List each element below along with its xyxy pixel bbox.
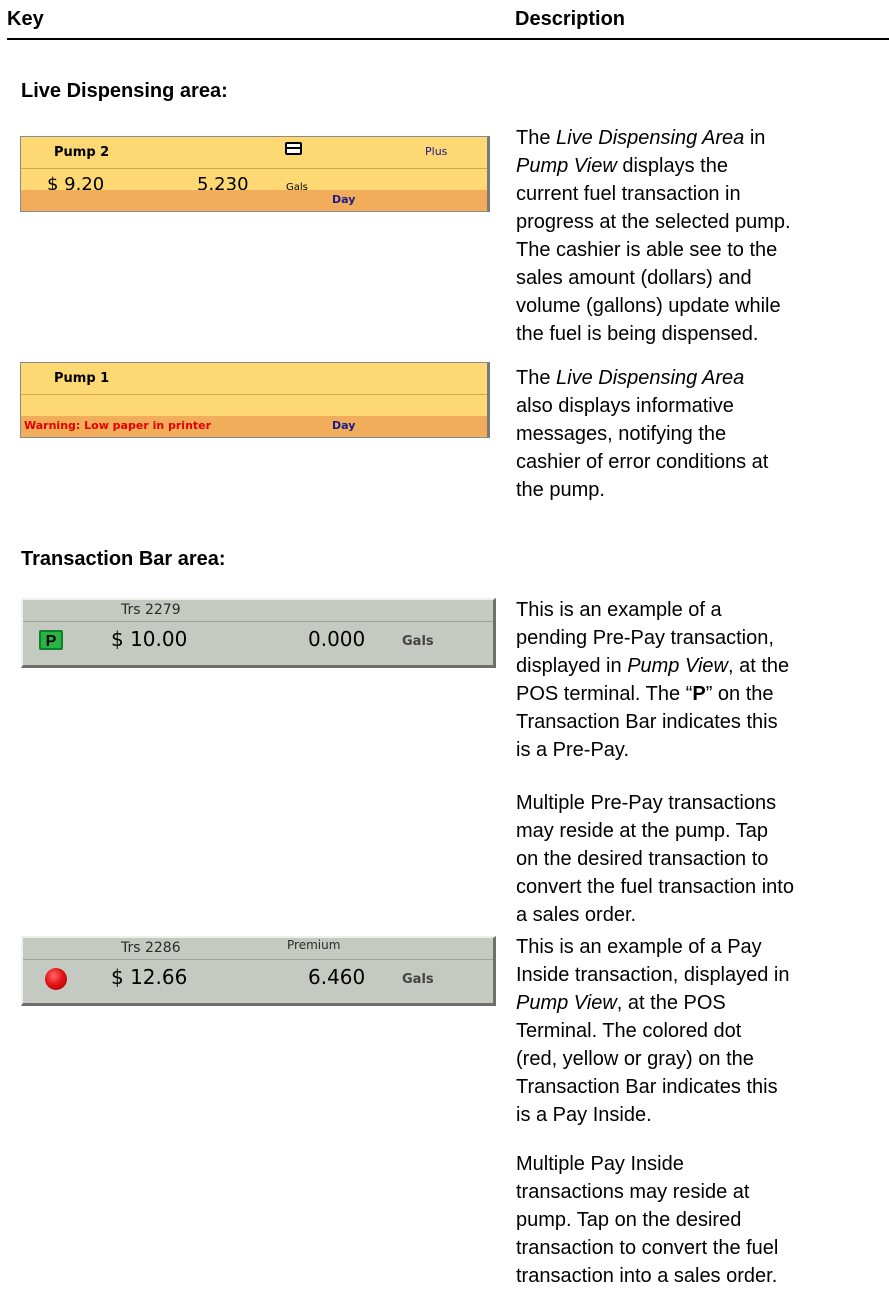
grade-label: Plus <box>425 145 448 158</box>
transaction-amount: $ 12.66 <box>111 965 188 989</box>
shift-label: Day <box>332 193 356 206</box>
panel-header-row: Pump 2 Plus <box>21 137 487 169</box>
transaction-bar-section-title: Transaction Bar area: <box>21 548 226 570</box>
pay-inside-red-dot-icon <box>45 968 67 990</box>
key-column-header: Key <box>7 8 44 30</box>
panel-header-row: Pump 1 <box>21 363 487 395</box>
prepay-multiple-description: Multiple Pre-Pay transactions may reside… <box>516 792 794 926</box>
description-column-header: Description <box>515 8 626 30</box>
live-dispensing-section-title: Live Dispensing area: <box>21 80 228 102</box>
shift-label: Day <box>332 419 356 432</box>
pump-label: Pump 2 <box>54 145 110 160</box>
live-dispensing-panel-pump2[interactable]: Pump 2 Plus $ 9.20 5.230 Gals Day <box>20 136 490 212</box>
transaction-amount: $ 10.00 <box>111 627 188 651</box>
transaction-number: Trs 2286 <box>121 940 181 956</box>
credit-card-icon <box>285 142 302 155</box>
pump-label: Pump 1 <box>54 371 110 386</box>
transaction-volume: 0.000 <box>308 627 366 651</box>
prepay-description: This is an example of a pending Pre-Pay … <box>516 599 790 761</box>
live-dispensing-panel-pump1[interactable]: Pump 1 Warning: Low paper in printer Day <box>20 362 490 438</box>
panel-status-row: Warning: Low paper in printer Day <box>21 416 487 437</box>
transaction-number: Trs 2279 <box>121 602 181 618</box>
volume-unit: Gals <box>402 634 434 649</box>
transaction-bar-prepay[interactable]: Trs 2279 P $ 10.00 0.000 Gals <box>21 598 496 668</box>
transaction-bar-pay-inside[interactable]: Trs 2286 Premium $ 12.66 6.460 Gals <box>21 936 496 1006</box>
live-dispensing-description-2: The Live Dispensing Area also displays i… <box>516 367 769 501</box>
panel-status-row: Day <box>21 190 487 211</box>
pay-inside-description: This is an example of a Pay Inside trans… <box>516 936 790 1126</box>
grade-label: Premium <box>287 938 341 952</box>
volume-unit: Gals <box>402 972 434 987</box>
pay-inside-multiple-description: Multiple Pay Inside transactions may res… <box>516 1153 779 1287</box>
prepay-p-icon: P <box>39 630 63 650</box>
header-rule <box>7 38 889 40</box>
svg-text:P: P <box>46 633 57 650</box>
live-dispensing-description-1: The Live Dispensing Area in Pump View di… <box>516 127 791 345</box>
warning-message: Warning: Low paper in printer <box>24 419 212 432</box>
transaction-volume: 6.460 <box>308 965 366 989</box>
